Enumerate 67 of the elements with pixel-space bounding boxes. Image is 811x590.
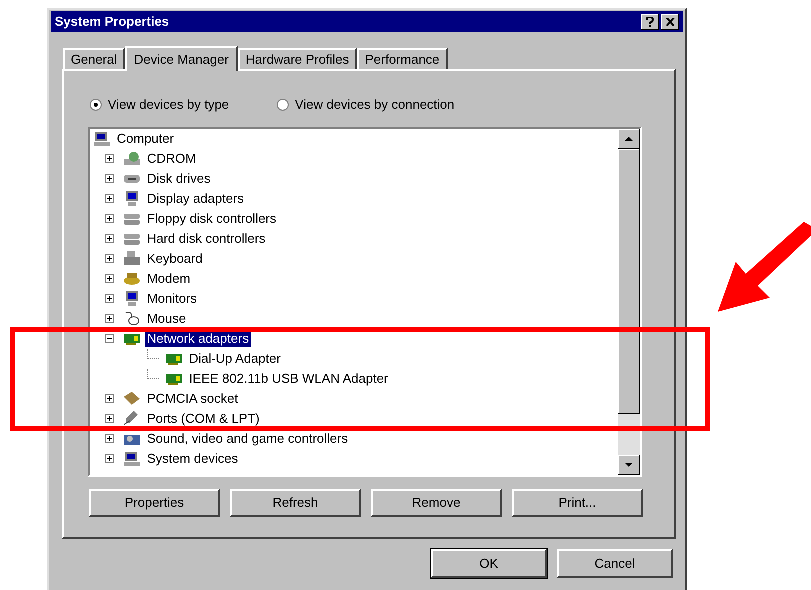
computer-device-icon [124,451,140,466]
tree-item[interactable]: Disk drives [145,170,213,186]
expand-icon[interactable] [105,174,114,183]
card-device-icon [124,391,140,406]
network-device-icon [166,371,182,386]
keyboard-device-icon [124,251,140,266]
tree-item[interactable]: Hard disk controllers [145,230,268,246]
expand-icon[interactable] [105,154,114,163]
up-arrow-icon [625,136,633,140]
expand-icon[interactable] [105,274,114,283]
expand-icon[interactable] [105,434,114,443]
mouse-device-icon [124,311,140,326]
tree-item[interactable]: Computer [115,130,176,146]
expand-icon[interactable] [105,414,114,423]
radio-option[interactable]: View devices by connection [277,95,455,114]
tab[interactable]: Performance [357,48,448,69]
tree-item[interactable]: Floppy disk controllers [145,210,279,226]
computer-device-icon [94,131,110,146]
down-arrow-icon [625,462,633,466]
tree-item[interactable]: PCMCIA socket [145,390,240,406]
close-icon [666,18,674,26]
tree-item[interactable]: Ports (COM & LPT) [145,410,262,426]
monitor-device-icon [124,191,140,206]
modem-device-icon [124,271,140,286]
tree-item[interactable]: CDROM [145,150,198,166]
tree-item[interactable]: System devices [145,450,240,466]
tree-item[interactable]: Mouse [145,310,188,326]
dialog-button[interactable]: OK [431,549,547,578]
tab[interactable]: Hardware Profiles [238,48,358,69]
tree-item[interactable]: Monitors [145,290,200,306]
cdrom-device-icon [124,151,140,166]
scroll-thumb[interactable] [618,148,640,414]
tree-item[interactable]: Sound, video and game controllers [145,430,350,446]
dialog-button[interactable]: Cancel [557,549,673,578]
tab[interactable]: Device Manager [125,46,238,71]
close-button[interactable] [661,14,679,30]
action-button[interactable]: Print... [512,488,643,516]
controller-device-icon [124,211,140,226]
vertical-scrollbar[interactable] [618,128,640,474]
expand-icon[interactable] [105,294,114,303]
action-button[interactable]: Remove [371,488,502,516]
tree-item[interactable]: Keyboard [145,250,205,266]
network-device-icon [124,331,140,346]
action-button[interactable]: Properties [89,488,220,516]
tree-item[interactable]: Dial-Up Adapter [187,350,283,366]
question-mark-icon [646,16,654,26]
expand-icon[interactable] [105,394,114,403]
expand-icon[interactable] [105,314,114,323]
help-button[interactable] [641,14,659,30]
tree-item[interactable]: Display adapters [145,190,246,206]
expand-icon[interactable] [105,194,114,203]
expand-icon[interactable] [105,214,114,223]
network-device-icon [166,351,182,366]
tab[interactable]: General [63,48,126,69]
scroll-up-button[interactable] [618,128,640,148]
tree-item[interactable]: IEEE 802.11b USB WLAN Adapter [187,370,390,386]
expand-icon[interactable] [105,454,114,463]
window-title: System Properties [55,12,170,31]
radio-option[interactable]: View devices by type [90,95,230,114]
collapse-icon[interactable] [105,334,114,343]
expand-icon[interactable] [105,234,114,243]
expand-icon[interactable] [105,254,114,263]
controller-device-icon [124,231,140,246]
monitor-device-icon [124,291,140,306]
scroll-down-button[interactable] [618,454,640,474]
action-button[interactable]: Refresh [230,488,361,516]
tree-item[interactable]: Modem [145,270,193,286]
